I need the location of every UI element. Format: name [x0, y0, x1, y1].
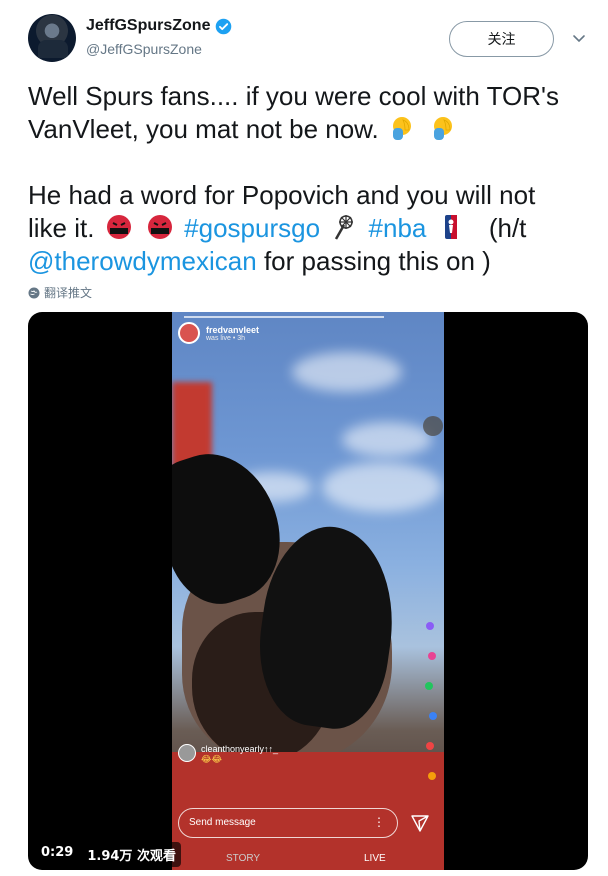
- tweet-line-2-text: VanVleet, you mat not be now.: [28, 114, 379, 144]
- globe-icon: [28, 287, 40, 298]
- video-badge: 0:29 1.94万 次观看: [36, 842, 181, 867]
- name-row: JeffGSpursZone: [86, 17, 232, 35]
- tweet-header: JeffGSpursZone @JeffGSpursZone 关注: [28, 14, 588, 64]
- video-frame: fredvanvleet was live • 3h cleanthonyear…: [172, 312, 444, 870]
- hashtag-nba[interactable]: #nba: [369, 213, 427, 243]
- facepalm-emoji-icon: [392, 117, 411, 140]
- story-user: fredvanvleet was live • 3h: [178, 322, 259, 344]
- story-username: fredvanvleet: [206, 324, 260, 335]
- story-progress-bar: [184, 316, 384, 318]
- tweet-line-5-text: for passing this on ): [263, 246, 491, 276]
- comment-avatar: [178, 744, 196, 762]
- tweet-line-2: VanVleet, you mat not be now.: [28, 113, 588, 146]
- video-duration: 0:29: [36, 842, 79, 867]
- tab-live: LIVE: [364, 853, 386, 864]
- tweet-line-4: like it. #gospursgo #nba (h/t: [28, 212, 588, 245]
- tweet-line-5: @therowdymexican for passing this on ): [28, 245, 588, 278]
- comment-username: cleanthonyearly↑↑_: [201, 744, 279, 754]
- tweet-line-3: He had a word for Popovich and you will …: [28, 180, 536, 210]
- video-view-count: 1.94万 次观看: [82, 842, 181, 867]
- comment-text: 😂😂: [201, 754, 223, 764]
- translate-tweet-link[interactable]: 翻译推文: [28, 284, 92, 301]
- tweet-text: Well Spurs fans.... if you were cool wit…: [28, 80, 588, 278]
- send-icon: [411, 815, 429, 832]
- hat-tip-text: (h/t: [488, 213, 527, 243]
- mention-therowdymexican[interactable]: @therowdymexican: [28, 246, 257, 276]
- follow-button[interactable]: 关注: [449, 21, 554, 57]
- live-comment: cleanthonyearly↑↑_ 😂😂: [178, 744, 278, 765]
- send-message-box: Send message ⋮: [178, 808, 398, 838]
- video-player[interactable]: fredvanvleet was live • 3h cleanthonyear…: [28, 312, 588, 870]
- display-name[interactable]: JeffGSpursZone: [86, 17, 210, 35]
- facepalm-emoji-icon: [434, 117, 453, 140]
- tweet-line-4-text: like it.: [28, 213, 95, 243]
- story-status: was live • 3h: [206, 334, 246, 342]
- spurs-logo-icon: [335, 215, 354, 240]
- more-options-icon: ⋮: [373, 815, 385, 829]
- cursing-face-emoji-icon: [106, 215, 131, 239]
- nba-logo-icon: [444, 215, 457, 239]
- send-message-placeholder: Send message: [189, 817, 256, 828]
- cursing-face-emoji-icon: [147, 215, 172, 239]
- reaction-hearts: [424, 612, 440, 792]
- story-avatar: [178, 322, 200, 344]
- chevron-down-icon[interactable]: [571, 30, 587, 46]
- tab-story: STORY: [226, 853, 261, 864]
- verified-badge-icon: [216, 18, 232, 34]
- translate-label: 翻译推文: [44, 286, 93, 300]
- pencil-icon: [423, 416, 443, 436]
- hashtag-gospursgo[interactable]: #gospursgo: [184, 213, 320, 243]
- avatar[interactable]: [28, 14, 76, 62]
- tweet-line-1: Well Spurs fans.... if you were cool wit…: [28, 81, 559, 111]
- handle[interactable]: @JeffGSpursZone: [86, 41, 202, 57]
